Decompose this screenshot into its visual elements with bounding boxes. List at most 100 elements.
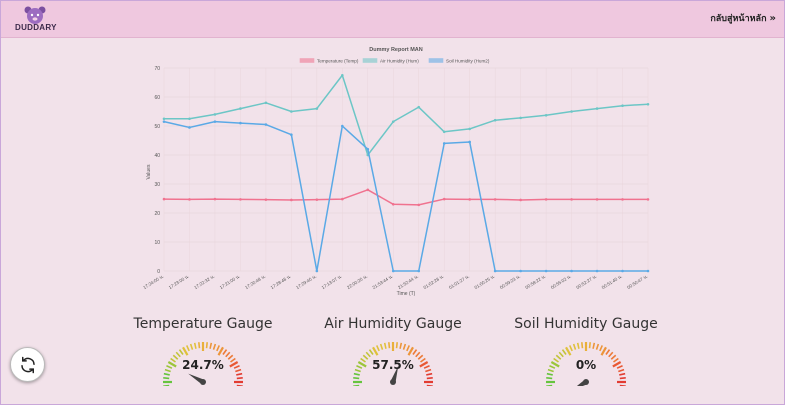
data-point	[264, 101, 268, 105]
gauge-tick	[568, 345, 573, 352]
data-point	[391, 203, 395, 206]
data-point	[264, 198, 268, 201]
x-tick-label: 00:59:23 น.	[499, 274, 521, 290]
gauge-tick	[599, 345, 604, 352]
x-tick-label: 00:58:22 น.	[524, 274, 546, 290]
gauge-tick	[426, 377, 433, 380]
line-chart: Dummy Report MAN Temperature (Temp) Air H…	[142, 47, 650, 297]
gauge-hub	[200, 379, 206, 385]
gauge-hub	[390, 379, 396, 385]
data-point	[544, 198, 548, 201]
gauge-tick	[402, 343, 407, 350]
gauge-tick	[572, 343, 577, 350]
x-tick-label: 00:55:02 น.	[550, 274, 572, 290]
gauge-tick	[605, 349, 611, 355]
data-point	[213, 120, 217, 123]
x-tick-label: 17:22:32 น.	[193, 274, 215, 290]
x-tick-label: 01:00:25 น.	[473, 274, 495, 290]
gauge-tick	[399, 342, 403, 349]
chart-grid	[163, 67, 649, 272]
temperature-gauge: Temperature Gauge 24.7%	[108, 316, 298, 386]
gauge-tick	[619, 372, 626, 376]
gauge-tick	[558, 351, 564, 358]
chart-series	[162, 73, 650, 273]
gauge-tick	[353, 372, 360, 376]
data-point	[239, 107, 242, 110]
gauge-tick	[407, 346, 414, 356]
gauge-tick	[415, 351, 421, 358]
soil-humidity-gauge: Soil Humidity Gauge 0%	[491, 316, 681, 386]
gauge-tick	[212, 343, 217, 350]
y-tick-label: 70	[154, 66, 160, 72]
y-tick-label: 30	[154, 182, 160, 188]
air-humidity-gauge-title: Air Humidity Gauge	[324, 316, 462, 332]
refresh-icon	[20, 356, 35, 373]
gauge-tick	[375, 345, 380, 352]
data-point	[646, 269, 650, 273]
gauge-tick	[217, 346, 224, 356]
series-line	[163, 120, 648, 272]
data-point	[544, 269, 548, 273]
x-tick-label: 01:02:28 น.	[423, 274, 445, 290]
series-line	[164, 74, 649, 156]
gauge-tick	[395, 342, 398, 349]
data-point	[570, 110, 573, 113]
data-point	[162, 120, 166, 123]
gauge-tick	[372, 346, 379, 356]
legend-label: Air Humidity (Hum)	[380, 58, 419, 63]
data-point	[621, 269, 624, 273]
data-point	[442, 130, 446, 134]
logo-text: DUDDARY	[15, 23, 57, 32]
y-axis-ticks: 010203040506070	[154, 66, 160, 275]
refresh-button[interactable]	[10, 347, 45, 382]
y-axis-label: Values	[146, 164, 152, 179]
gauge-tick	[365, 351, 371, 358]
data-point	[595, 269, 599, 273]
data-point	[595, 107, 599, 110]
temperature-gauge-value: 24.7%	[182, 358, 224, 372]
gauge-tick	[561, 349, 567, 355]
x-tick-label: 17:20:48 น.	[244, 274, 266, 290]
x-tick-label: 00:51:40 น.	[601, 274, 623, 290]
gauge-tick	[205, 342, 208, 349]
data-point	[366, 147, 370, 151]
data-point	[239, 198, 242, 201]
gauge-tick	[608, 351, 614, 358]
gauge-tick	[178, 349, 184, 355]
data-point	[213, 113, 217, 116]
gauge-tick	[546, 372, 553, 376]
gauge-tick	[236, 377, 243, 380]
gauge-tick	[592, 342, 596, 349]
gauge-tick	[379, 343, 384, 350]
data-point	[188, 198, 191, 201]
back-to-home-link[interactable]: กลับสู่หน้าหลัก»	[710, 11, 776, 25]
air-humidity-gauge: Air Humidity Gauge 57.5%	[298, 316, 488, 386]
data-point	[188, 126, 191, 129]
data-point	[315, 198, 319, 201]
x-tick-label: 17:21:00 น.	[219, 274, 241, 290]
data-point	[519, 198, 522, 202]
data-point	[417, 269, 421, 273]
data-point	[315, 107, 319, 110]
gauge-tick	[209, 342, 213, 349]
data-point	[595, 198, 599, 201]
double-chevron-right-icon: »	[769, 13, 776, 24]
data-point	[162, 197, 166, 201]
gauge-tick	[595, 343, 600, 350]
gauge-tick	[216, 345, 221, 352]
gauge-tick	[388, 342, 391, 349]
gauge-tick	[353, 377, 360, 380]
gauge-tick	[198, 342, 201, 349]
gauge-tick	[576, 342, 580, 349]
data-point	[468, 198, 471, 201]
data-point	[493, 198, 497, 201]
data-point	[366, 188, 370, 192]
gauge-tick	[222, 349, 228, 355]
data-point	[621, 104, 624, 107]
data-point	[341, 197, 344, 201]
x-tick-label: 21:52:44 น.	[397, 274, 419, 290]
soil-humidity-gauge-title: Soil Humidity Gauge	[514, 316, 658, 332]
data-point	[646, 102, 650, 106]
temperature-gauge-title: Temperature Gauge	[133, 316, 273, 332]
x-tick-label: 22:00:20 น.	[346, 274, 368, 290]
